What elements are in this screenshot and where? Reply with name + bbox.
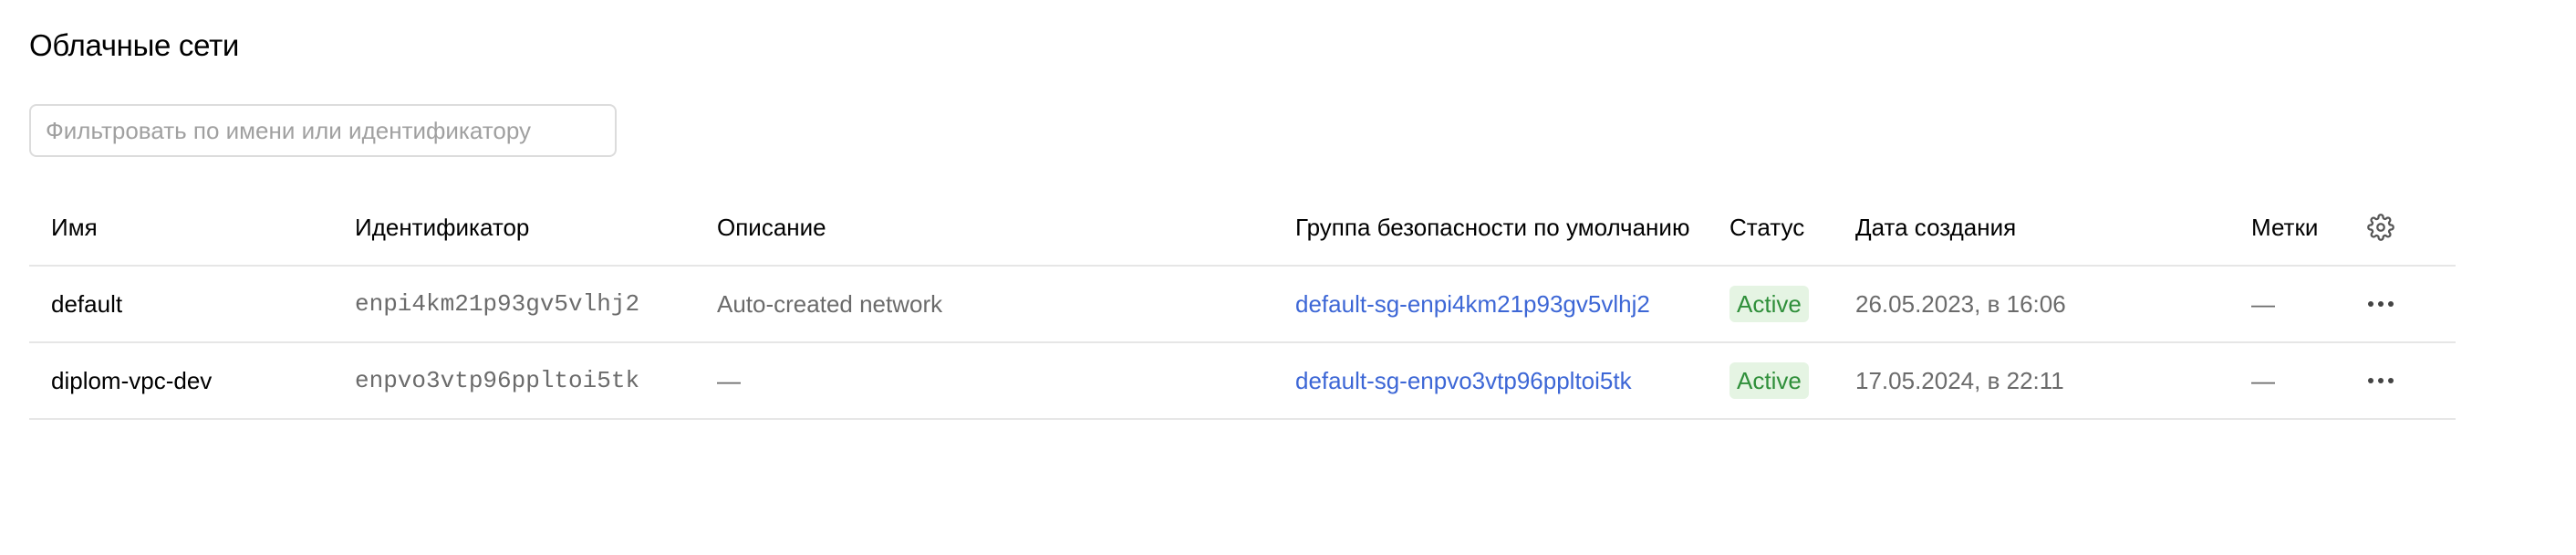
column-header-labels[interactable]: Метки xyxy=(2251,190,2318,265)
cell-created: 26.05.2023, в 16:06 xyxy=(1855,289,2066,318)
more-horizontal-icon[interactable] xyxy=(2368,378,2394,383)
column-header-status[interactable]: Статус xyxy=(1729,190,1804,265)
table-row[interactable]: diplom-vpc-dev enpvo3vtp96ppltoi5tk — de… xyxy=(29,343,2456,420)
status-badge: Active xyxy=(1729,286,1809,322)
cell-labels: — xyxy=(2251,289,2275,318)
gear-icon[interactable] xyxy=(2367,214,2394,241)
cell-name: diplom-vpc-dev xyxy=(51,366,213,394)
cell-status: Active xyxy=(1729,267,1809,341)
security-group-link[interactable]: default-sg-enpvo3vtp96ppltoi5tk xyxy=(1295,367,1632,395)
cell-labels: — xyxy=(2251,366,2275,394)
filter-input[interactable] xyxy=(31,106,615,155)
table-header-row: Имя Идентификатор Описание Группа безопа… xyxy=(29,190,2456,267)
cell-security-group: default-sg-enpi4km21p93gv5vlhj2 xyxy=(1295,267,1650,341)
column-header-security-group[interactable]: Группа безопасности по умолчанию xyxy=(1295,190,1689,265)
column-header-description[interactable]: Описание xyxy=(717,190,826,265)
column-header-id[interactable]: Идентификатор xyxy=(355,190,529,265)
table-row[interactable]: default enpi4km21p93gv5vlhj2 Auto-create… xyxy=(29,267,2456,343)
row-actions-button[interactable] xyxy=(2361,343,2401,418)
networks-table: Имя Идентификатор Описание Группа безопа… xyxy=(29,190,2456,420)
status-badge: Active xyxy=(1729,362,1809,399)
row-actions-button[interactable] xyxy=(2361,267,2401,341)
filter-field[interactable] xyxy=(29,104,617,157)
column-header-name[interactable]: Имя xyxy=(51,190,98,265)
cell-status: Active xyxy=(1729,343,1809,418)
cell-id: enpvo3vtp96ppltoi5tk xyxy=(355,367,640,394)
column-header-created[interactable]: Дата создания xyxy=(1855,190,2016,265)
security-group-link[interactable]: default-sg-enpi4km21p93gv5vlhj2 xyxy=(1295,290,1650,319)
cell-description: Auto-created network xyxy=(717,289,943,318)
cell-name: default xyxy=(51,289,123,318)
table-settings-button[interactable] xyxy=(2361,190,2401,265)
cell-security-group: default-sg-enpvo3vtp96ppltoi5tk xyxy=(1295,343,1632,418)
cell-id: enpi4km21p93gv5vlhj2 xyxy=(355,290,640,318)
more-horizontal-icon[interactable] xyxy=(2368,301,2394,307)
page-title: Облачные сети xyxy=(29,28,240,62)
cell-created: 17.05.2024, в 22:11 xyxy=(1855,366,2064,394)
cell-description: — xyxy=(717,366,741,394)
